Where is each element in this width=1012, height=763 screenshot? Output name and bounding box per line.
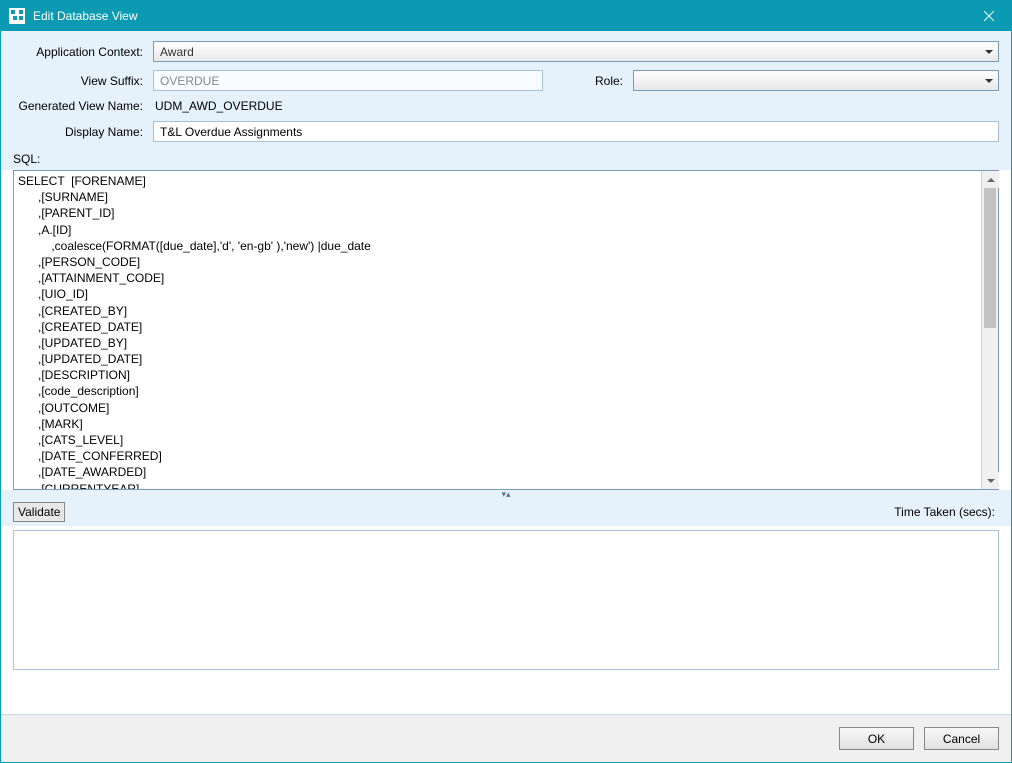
scroll-down-icon[interactable] (982, 472, 999, 489)
splitter-handle[interactable]: ▾▴ (1, 490, 1011, 498)
app-context-value[interactable]: Award (153, 41, 999, 62)
role-value[interactable] (633, 70, 999, 91)
close-icon (984, 11, 994, 21)
app-icon (9, 8, 25, 24)
label-sql: SQL: (1, 150, 1011, 170)
label-view-suffix: View Suffix: (13, 74, 153, 88)
titlebar: Edit Database View (1, 1, 1011, 31)
sql-scrollbar[interactable] (981, 171, 998, 489)
label-display-name: Display Name: (13, 125, 153, 139)
button-bar: OK Cancel (1, 714, 1011, 762)
scroll-up-icon[interactable] (982, 171, 999, 188)
results-panel (13, 530, 999, 670)
label-app-context: Application Context: (13, 45, 153, 59)
sql-editor-wrap (13, 170, 999, 490)
cancel-button[interactable]: Cancel (924, 727, 999, 750)
scroll-thumb[interactable] (984, 188, 996, 328)
window-title: Edit Database View (33, 9, 966, 23)
role-combo[interactable] (633, 70, 999, 91)
time-taken-label: Time Taken (secs): (894, 505, 995, 519)
app-context-combo[interactable]: Award (153, 41, 999, 62)
form-area: Application Context: Award View Suffix: … (1, 31, 1011, 150)
label-role: Role: (573, 74, 633, 88)
label-gen-view-name: Generated View Name: (13, 99, 153, 113)
ok-button[interactable]: OK (839, 727, 914, 750)
validate-button[interactable]: Validate (13, 502, 65, 522)
validate-bar: Validate Time Taken (secs): (1, 498, 1011, 526)
display-name-input[interactable] (153, 121, 999, 142)
close-button[interactable] (966, 1, 1011, 31)
gen-view-name-value: UDM_AWD_OVERDUE (153, 99, 283, 113)
view-suffix-input[interactable] (153, 70, 543, 91)
sql-editor[interactable] (14, 171, 981, 489)
